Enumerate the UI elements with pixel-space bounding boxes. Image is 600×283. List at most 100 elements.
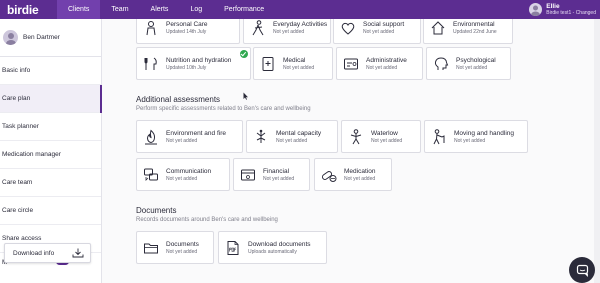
card-status: Not yet added: [166, 175, 198, 182]
card-title: Environment and fire: [166, 129, 226, 137]
card-everyday-activities[interactable]: Everyday Activities Not yet added: [243, 19, 331, 44]
sidebar-item-care-team[interactable]: Care team: [0, 169, 101, 197]
card-status: Not yet added: [276, 137, 308, 144]
card-status: Not yet added: [283, 64, 315, 71]
card-status: Updated 22nd June: [453, 28, 497, 35]
mouse-cursor: [243, 92, 248, 100]
download-icon: [72, 248, 84, 258]
everyday-activities-icon: [252, 19, 264, 35]
psychological-icon: [434, 56, 449, 70]
card-status: Updated 10th July: [166, 64, 207, 71]
client-name: Ben Dartmer: [23, 34, 60, 41]
chat-icon: [576, 264, 588, 277]
card-environment-fire[interactable]: Environment and fire Not yet added: [136, 120, 243, 153]
documents-title: Documents: [136, 206, 177, 215]
sidebar-item-care-plan[interactable]: Care plan: [0, 85, 102, 113]
nav-clients[interactable]: Clients: [57, 0, 101, 19]
user-organisation: Birdie test1 - Changed: [546, 10, 596, 16]
social-support-icon: [341, 22, 355, 35]
card-moving-handling[interactable]: Moving and handling Not yet added: [424, 120, 528, 153]
sidebar-item-care-circle[interactable]: Care circle: [0, 197, 101, 225]
sidebar-item-basic-info[interactable]: Basic info: [0, 57, 101, 85]
care-plan-content: Personal Care Updated 14th July Everyday …: [103, 19, 600, 283]
card-financial[interactable]: Financial Not yet added: [233, 158, 310, 191]
documents-subtitle: Records documents around Ben's care and …: [136, 217, 278, 223]
client-avatar: [3, 30, 18, 45]
waterlow-icon: [350, 128, 362, 144]
card-title: Financial: [263, 167, 290, 175]
pdf-icon: [227, 240, 239, 255]
environment-fire-icon: [145, 129, 157, 144]
moving-handling-icon: [433, 128, 445, 144]
card-status: Not yet added: [273, 28, 305, 35]
card-status: Updated 14th July: [166, 28, 207, 35]
card-medication[interactable]: Medication Not yet added: [314, 158, 392, 191]
sidebar-item-task-planner[interactable]: Task planner: [0, 113, 101, 141]
card-documents[interactable]: Documents Not yet added: [136, 231, 214, 264]
nav-performance[interactable]: Performance: [213, 0, 275, 19]
environmental-icon: [431, 20, 445, 34]
card-title: Nutrition and hydration: [166, 56, 232, 64]
card-title: Download documents: [248, 240, 311, 248]
nav-alerts[interactable]: Alerts: [140, 0, 180, 19]
sidebar-item-medication-manager[interactable]: Medication manager: [0, 141, 101, 169]
card-title: Personal Care: [166, 20, 208, 28]
additional-assessments-subtitle: Perform specific assessments related to …: [136, 106, 311, 112]
completed-check-icon: [240, 50, 248, 58]
card-title: Administrative: [366, 56, 407, 64]
card-download-documents[interactable]: Download documents Uploads automatically: [218, 231, 327, 264]
card-psychological[interactable]: Psychological Not yet added: [426, 47, 511, 80]
card-title: Mental capacity: [276, 129, 322, 137]
card-personal-care[interactable]: Personal Care Updated 14th July: [136, 19, 240, 44]
card-status: Uploads automatically: [248, 248, 297, 255]
client-profile[interactable]: Ben Dartmer: [0, 19, 101, 57]
card-title: Psychological: [456, 56, 496, 64]
card-title: Waterlow: [371, 129, 398, 137]
communication-icon: [144, 168, 158, 181]
card-title: Environmental: [453, 20, 495, 28]
card-title: Everyday Activities: [273, 20, 328, 28]
card-mental-capacity[interactable]: Mental capacity Not yet added: [246, 120, 338, 153]
card-waterlow[interactable]: Waterlow Not yet added: [341, 120, 421, 153]
chat-button[interactable]: [569, 257, 595, 283]
nutrition-icon: [144, 57, 157, 70]
card-title: Medical: [283, 56, 306, 64]
download-info-label: Download info: [13, 249, 55, 257]
folder-icon: [144, 243, 158, 253]
personal-care-icon: [146, 20, 156, 35]
user-menu[interactable]: Ellie Birdie test1 - Changed: [529, 0, 600, 19]
financial-icon: [241, 169, 255, 180]
card-nutrition-hydration[interactable]: Nutrition and hydration Updated 10th July: [136, 47, 251, 80]
nav-team[interactable]: Team: [100, 0, 139, 19]
user-avatar: [529, 3, 543, 16]
card-title: Medication: [344, 167, 376, 175]
card-status: Not yet added: [363, 28, 395, 35]
top-navigation-bar: birdie Clients Team Alerts Log Performan…: [0, 0, 600, 19]
card-status: Not yet added: [454, 137, 486, 144]
administrative-icon: [344, 58, 358, 69]
card-communication[interactable]: Communication Not yet added: [136, 158, 230, 191]
nav-log[interactable]: Log: [179, 0, 213, 19]
card-status: Not yet added: [366, 64, 398, 71]
card-title: Documents: [166, 240, 199, 248]
additional-assessments-title: Additional assessments: [136, 95, 221, 104]
medical-icon: [262, 56, 274, 71]
card-status: Not yet added: [166, 137, 198, 144]
card-title: Social support: [363, 20, 405, 28]
card-social-support[interactable]: Social support Not yet added: [333, 19, 421, 44]
card-medical[interactable]: Medical Not yet added: [253, 47, 333, 80]
card-status: Not yet added: [263, 175, 295, 182]
card-administrative[interactable]: Administrative Not yet added: [336, 47, 423, 80]
card-status: Not yet added: [344, 175, 376, 182]
card-status: Not yet added: [166, 248, 198, 255]
card-title: Communication: [166, 167, 212, 175]
card-status: Not yet added: [456, 64, 488, 71]
card-environmental[interactable]: Environmental Updated 22nd June: [423, 19, 513, 44]
scrollbar[interactable]: [594, 19, 600, 283]
card-status: Not yet added: [371, 137, 403, 144]
birdie-logo[interactable]: birdie: [7, 3, 57, 17]
card-title: Moving and handling: [454, 129, 514, 137]
user-name: Ellie: [546, 3, 560, 10]
download-info-button[interactable]: Download info: [4, 243, 91, 263]
mental-capacity-icon: [256, 129, 266, 143]
